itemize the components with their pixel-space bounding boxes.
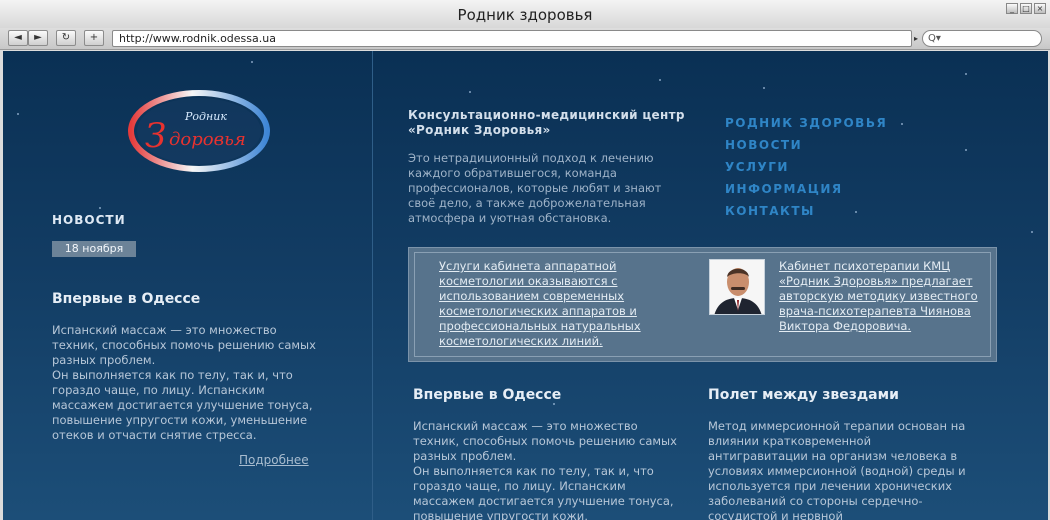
star-decoration <box>901 123 903 125</box>
window-controls: _ □ × <box>1006 3 1046 14</box>
news-date-badge: 18 ноября <box>52 241 136 257</box>
article-paragraph: Испанский массаж — это множество техник,… <box>413 419 677 463</box>
nav-item-info[interactable]: ИНФОРМАЦИЯ <box>725 178 887 200</box>
news-heading: НОВОСТИ <box>52 213 126 227</box>
star-decoration <box>469 91 471 93</box>
news-paragraph: Испанский массаж — это множество техник,… <box>52 323 316 367</box>
forward-button[interactable]: ► <box>28 30 48 46</box>
portrait-image <box>710 260 764 314</box>
site-logo[interactable]: Родник З доровья <box>125 87 273 173</box>
url-dropdown-icon[interactable]: ▸ <box>914 34 918 43</box>
nav-item-services[interactable]: УСЛУГИ <box>725 156 887 178</box>
star-decoration <box>17 113 19 115</box>
browser-toolbar: ◄ ► ↻ + http://www.rodnik.odessa.ua ▸ Q▾ <box>0 28 1050 50</box>
column-divider <box>372 51 373 520</box>
star-decoration <box>1031 231 1033 233</box>
logo-big-letter: З <box>145 116 166 156</box>
nav-item-rodnik[interactable]: РОДНИК ЗДОРОВЬЯ <box>725 112 887 134</box>
article-paragraph: Метод иммерсионной терапии основан на вл… <box>708 419 966 520</box>
window-title: Родник здоровья <box>457 6 593 24</box>
star-decoration <box>251 61 253 63</box>
close-icon[interactable]: × <box>1034 3 1046 14</box>
promo-box: Услуги кабинета аппаратной косметологии … <box>408 247 997 362</box>
star-decoration <box>763 87 765 89</box>
news-paragraph: Он выполняется как по телу, так и, что г… <box>52 368 313 442</box>
star-decoration <box>99 207 101 209</box>
article-body: Испанский массаж — это множество техник,… <box>413 419 683 520</box>
maximize-icon[interactable]: □ <box>1020 3 1032 14</box>
main-navigation: РОДНИК ЗДОРОВЬЯ НОВОСТИ УСЛУГИ ИНФОРМАЦИ… <box>725 112 887 222</box>
back-button[interactable]: ◄ <box>8 30 28 46</box>
nav-item-contacts[interactable]: КОНТАКТЫ <box>725 200 887 222</box>
doctor-portrait[interactable] <box>709 259 765 315</box>
psychotherapy-link[interactable]: Кабинет психотерапии КМЦ «Родник Здоровь… <box>779 259 979 334</box>
logo-small-text: Родник <box>184 110 227 123</box>
promo-inner-frame: Услуги кабинета аппаратной косметологии … <box>414 252 991 357</box>
add-bookmark-button[interactable]: + <box>84 30 104 46</box>
logo-rest-text: доровья <box>169 129 246 150</box>
article-body: Метод иммерсионной терапии основан на вл… <box>708 419 972 520</box>
address-bar[interactable]: http://www.rodnik.odessa.ua <box>112 30 912 47</box>
web-page: Родник З доровья НОВОСТИ 18 ноября Вперв… <box>3 51 1048 520</box>
star-decoration <box>965 73 967 75</box>
nav-item-news[interactable]: НОВОСТИ <box>725 134 887 156</box>
star-decoration <box>659 79 661 81</box>
star-decoration <box>553 403 555 405</box>
read-more-link[interactable]: Подробнее <box>239 453 309 467</box>
cosmetology-link[interactable]: Услуги кабинета аппаратной косметологии … <box>439 259 689 349</box>
article-title[interactable]: Впервые в Одессе <box>413 387 561 403</box>
article-paragraph: Он выполняется как по телу, так и, что г… <box>413 464 674 520</box>
center-intro-title: Консультационно-медицинский центр «Родни… <box>408 108 685 137</box>
news-title[interactable]: Впервые в Одессе <box>52 291 200 307</box>
news-body: Испанский массаж — это множество техник,… <box>52 323 322 443</box>
star-decoration <box>965 149 967 151</box>
search-input[interactable]: Q▾ <box>922 30 1042 47</box>
reload-button[interactable]: ↻ <box>56 30 76 46</box>
minimize-icon[interactable]: _ <box>1006 3 1018 14</box>
center-intro-body: Это нетрадиционный подход к лечению кажд… <box>408 151 662 225</box>
window-title-bar: Родник здоровья _ □ × <box>0 0 1050 28</box>
article-title[interactable]: Полет между звездами <box>708 387 899 403</box>
